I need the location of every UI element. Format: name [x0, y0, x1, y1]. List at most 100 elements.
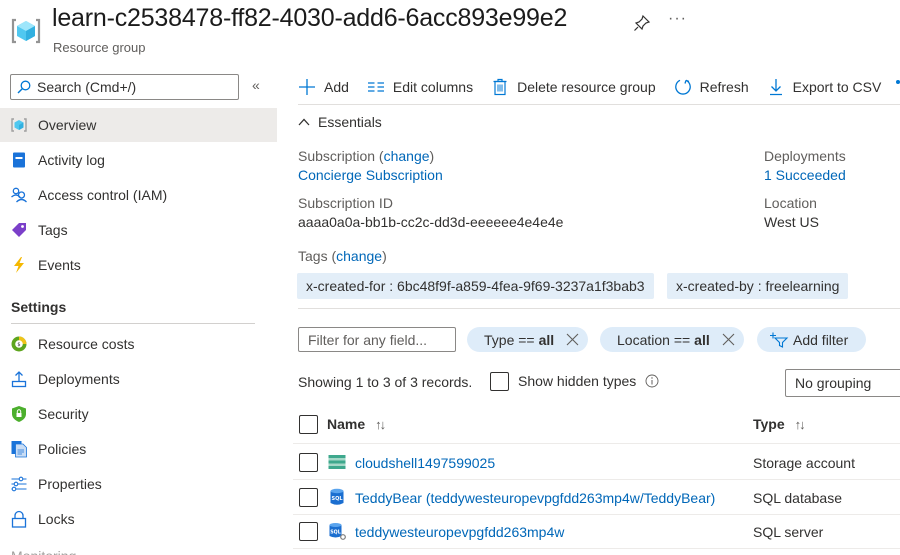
search-input[interactable] [37, 79, 227, 95]
add-button[interactable]: Add [298, 78, 349, 96]
command-bar: Add Edit columns Delete resource group R… [298, 72, 899, 102]
close-icon[interactable] [566, 333, 579, 346]
tag-chip[interactable]: x-created-by : freelearning [667, 273, 849, 299]
resource-name-link[interactable]: TeddyBear (teddywesteuropevpgfdd263mp4w/… [355, 490, 715, 506]
activity-log-icon [10, 151, 28, 169]
sidebar-item-resource-costs[interactable]: $ Resource costs [0, 327, 277, 361]
column-header-name[interactable]: Name ↑↓ [327, 416, 386, 432]
row-checkbox[interactable] [299, 488, 318, 507]
resource-name-link[interactable]: teddywesteuropevpgfdd263mp4w [355, 524, 564, 540]
grouping-dropdown[interactable]: No grouping [785, 369, 900, 397]
sidebar-item-deployments[interactable]: Deployments [0, 362, 277, 396]
sidebar-item-security[interactable]: Security [0, 397, 277, 431]
subscription-id-value: aaaa0a0a-bb1b-cc2c-dd3d-eeeeee4e4e4e [298, 214, 564, 230]
subscription-link[interactable]: Concierge Subscription [298, 167, 443, 183]
deployments-label: Deployments [764, 148, 846, 164]
subscription-change-link[interactable]: change [384, 148, 430, 164]
sidebar: « Overview Activity log [0, 64, 277, 555]
type-filter-value: all [538, 331, 555, 348]
sort-icon: ↑↓ [375, 416, 386, 432]
sidebar-item-label: Security [38, 406, 89, 422]
subscription-label: Subscription (change) [298, 148, 435, 164]
sidebar-item-policies[interactable]: Policies [0, 432, 277, 466]
delete-resource-group-button[interactable]: Delete resource group [491, 78, 656, 96]
export-label: Export to CSV [792, 79, 882, 95]
add-filter-label: Add filter [793, 331, 849, 348]
essentials-toggle[interactable]: Essentials [298, 114, 382, 130]
info-icon[interactable] [645, 374, 659, 388]
sidebar-item-properties[interactable]: Properties [0, 467, 277, 501]
subscription-id-label: Subscription ID [298, 195, 393, 211]
tags-change-link[interactable]: change [336, 248, 382, 264]
select-all-checkbox[interactable] [299, 415, 318, 434]
location-value: West US [764, 214, 819, 230]
sidebar-item-locks[interactable]: Locks [0, 502, 277, 536]
tag-chip[interactable]: x-created-for : 6bc48f9f-a859-4fea-9f69-… [297, 273, 654, 299]
sliders-icon [10, 475, 28, 493]
divider [11, 323, 255, 324]
lock-icon [10, 510, 28, 528]
filter-input[interactable] [298, 327, 456, 352]
records-count: Showing 1 to 3 of 3 records. [298, 374, 473, 390]
sidebar-item-label: Policies [38, 441, 87, 457]
tags-label-text: Tags [298, 248, 328, 264]
sidebar-item-label: Tags [38, 222, 68, 238]
sidebar-item-label: Events [38, 257, 81, 273]
resource-name-link[interactable]: cloudshell1497599025 [355, 455, 495, 471]
divider [298, 104, 900, 105]
row-checkbox[interactable] [299, 522, 318, 541]
location-filter-pill[interactable]: Location == all [600, 327, 744, 352]
edit-columns-button[interactable]: Edit columns [367, 78, 473, 96]
tags-label: Tags (change) [298, 248, 387, 264]
toolbar-overflow-indicator [896, 80, 900, 84]
add-filter-icon [770, 332, 789, 348]
edit-columns-label: Edit columns [392, 79, 474, 95]
show-hidden-types-label: Show hidden types [518, 373, 637, 389]
subscription-label-text: Subscription [298, 148, 376, 164]
close-icon[interactable] [722, 333, 735, 346]
column-header-label: Name [327, 416, 366, 432]
resource-group-icon [10, 116, 28, 134]
pin-icon[interactable] [633, 14, 651, 32]
plus-icon [299, 79, 315, 95]
essentials-label: Essentials [318, 114, 382, 130]
sidebar-item-label: Resource costs [38, 336, 135, 352]
svg-text:$: $ [17, 342, 20, 348]
add-filter-button[interactable]: Add filter [757, 327, 867, 352]
lightning-icon [10, 256, 28, 274]
refresh-button[interactable]: Refresh [674, 78, 749, 96]
row-checkbox[interactable] [299, 453, 318, 472]
sidebar-item-overview[interactable]: Overview [0, 108, 277, 142]
sidebar-item-label: Deployments [38, 371, 120, 387]
location-filter-prefix: Location == [617, 331, 691, 348]
column-header-label: Type [753, 416, 785, 432]
resource-type: SQL server [753, 524, 824, 540]
policy-icon [10, 440, 28, 458]
divider [293, 443, 900, 444]
column-header-type[interactable]: Type ↑↓ [753, 416, 806, 432]
sort-icon: ↑↓ [794, 416, 806, 432]
page-title: learn-c2538478-ff82-4030-add6-6acc893e99… [52, 4, 568, 32]
storage-account-icon [328, 455, 346, 469]
sidebar-search[interactable] [10, 74, 239, 100]
sidebar-item-activity-log[interactable]: Activity log [0, 143, 277, 177]
sidebar-item-access-control[interactable]: Access control (IAM) [0, 178, 277, 212]
sql-database-icon: SQL [330, 488, 344, 505]
sidebar-item-label: Access control (IAM) [38, 187, 168, 203]
type-filter-prefix: Type == [484, 331, 535, 348]
trash-icon [493, 78, 507, 96]
collapse-sidebar-button[interactable]: « [252, 77, 260, 93]
add-button-label: Add [324, 79, 349, 95]
divider [293, 548, 900, 549]
sidebar-item-tags[interactable]: Tags [0, 213, 277, 247]
sidebar-item-events[interactable]: Events [0, 248, 277, 282]
more-options-button[interactable]: ··· [668, 10, 687, 28]
deployments-link[interactable]: 1 Succeeded [764, 167, 846, 183]
upload-icon [10, 370, 28, 388]
type-filter-pill[interactable]: Type == all [467, 327, 589, 352]
columns-icon [367, 82, 384, 92]
resource-type: SQL database [753, 490, 842, 506]
show-hidden-types-checkbox[interactable] [490, 372, 509, 391]
chevron-up-icon [298, 118, 310, 126]
export-csv-button[interactable]: Export to CSV [767, 78, 882, 96]
